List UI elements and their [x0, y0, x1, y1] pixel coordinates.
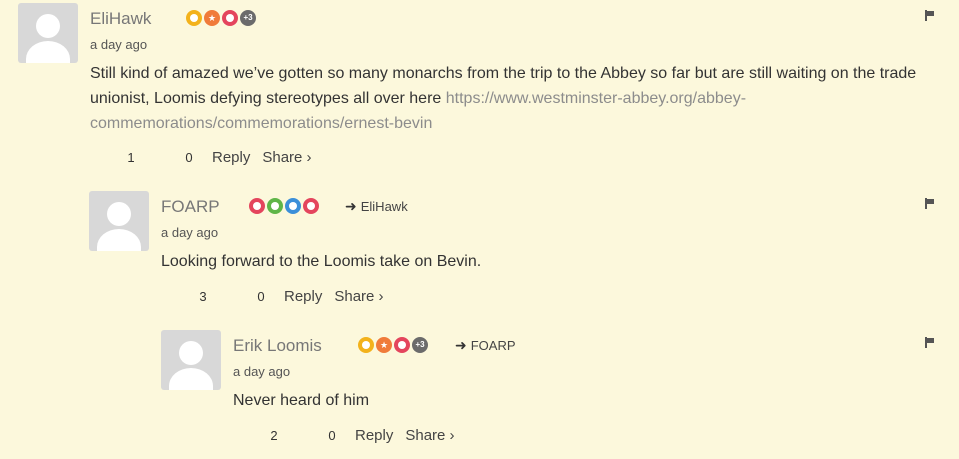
- comment-timestamp[interactable]: a day ago: [161, 225, 218, 240]
- comment-author[interactable]: Erik Loomis: [233, 336, 322, 356]
- upvote-count[interactable]: 2: [267, 428, 281, 443]
- downvote-count[interactable]: 0: [182, 150, 196, 165]
- comment-timestamp[interactable]: a day ago: [233, 364, 290, 379]
- avatar[interactable]: [89, 191, 149, 251]
- comment-text: Looking forward to the Loomis take on Be…: [161, 253, 482, 270]
- reply-button[interactable]: Reply: [284, 288, 322, 305]
- avatar[interactable]: [18, 3, 78, 63]
- heart-icon: [249, 198, 265, 214]
- comment-actions: 3 0 Reply Share ›: [196, 288, 383, 305]
- star-icon: ★: [204, 10, 220, 26]
- heart-icon: [303, 198, 319, 214]
- share-button[interactable]: Share ›: [262, 149, 311, 166]
- reply-to-link[interactable]: ➜ EliHawk: [345, 198, 408, 215]
- share-button[interactable]: Share ›: [405, 427, 454, 444]
- reply-button[interactable]: Reply: [212, 149, 250, 166]
- comment-timestamp[interactable]: a day ago: [90, 37, 147, 52]
- star-icon: ★: [376, 337, 392, 353]
- trophy-icon: [186, 10, 202, 26]
- comment-link[interactable]: https://www.westminster-abbey.org/abbey-: [446, 90, 746, 107]
- flag-icon[interactable]: [925, 10, 935, 21]
- user-badges[interactable]: [249, 198, 319, 214]
- smile-icon: [267, 198, 283, 214]
- avatar[interactable]: [161, 330, 221, 390]
- more-badges-count: +3: [412, 337, 428, 353]
- trophy-icon: [358, 337, 374, 353]
- share-button[interactable]: Share ›: [334, 288, 383, 305]
- comment-text: Still kind of amazed we’ve gotten so man…: [90, 61, 950, 136]
- reply-to-user[interactable]: FOARP: [471, 338, 516, 353]
- reply-to-link[interactable]: ➜ FOARP: [455, 337, 516, 354]
- chat-icon: [285, 198, 301, 214]
- flag-icon[interactable]: [925, 337, 935, 348]
- heart-icon: [394, 337, 410, 353]
- comment-actions: 1 0 Reply Share ›: [124, 149, 311, 166]
- reply-button[interactable]: Reply: [355, 427, 393, 444]
- flag-icon[interactable]: [925, 198, 935, 209]
- arrow-right-icon: ➜: [345, 198, 357, 214]
- upvote-count[interactable]: 3: [196, 289, 210, 304]
- comment-actions: 2 0 Reply Share ›: [267, 427, 454, 444]
- downvote-count[interactable]: 0: [254, 289, 268, 304]
- comment-author[interactable]: FOARP: [161, 197, 220, 217]
- heart-icon: [222, 10, 238, 26]
- user-badges[interactable]: ★ +3: [358, 337, 428, 353]
- arrow-right-icon: ➜: [455, 337, 467, 353]
- user-badges[interactable]: ★ +3: [186, 10, 256, 26]
- upvote-count[interactable]: 1: [124, 150, 138, 165]
- comment-text: Never heard of him: [233, 392, 370, 409]
- more-badges-count: +3: [240, 10, 256, 26]
- comment-author[interactable]: EliHawk: [90, 9, 151, 29]
- reply-to-user[interactable]: EliHawk: [361, 199, 408, 214]
- downvote-count[interactable]: 0: [325, 428, 339, 443]
- comment-link-continued[interactable]: commemorations/commemorations/ernest-bev…: [90, 115, 432, 132]
